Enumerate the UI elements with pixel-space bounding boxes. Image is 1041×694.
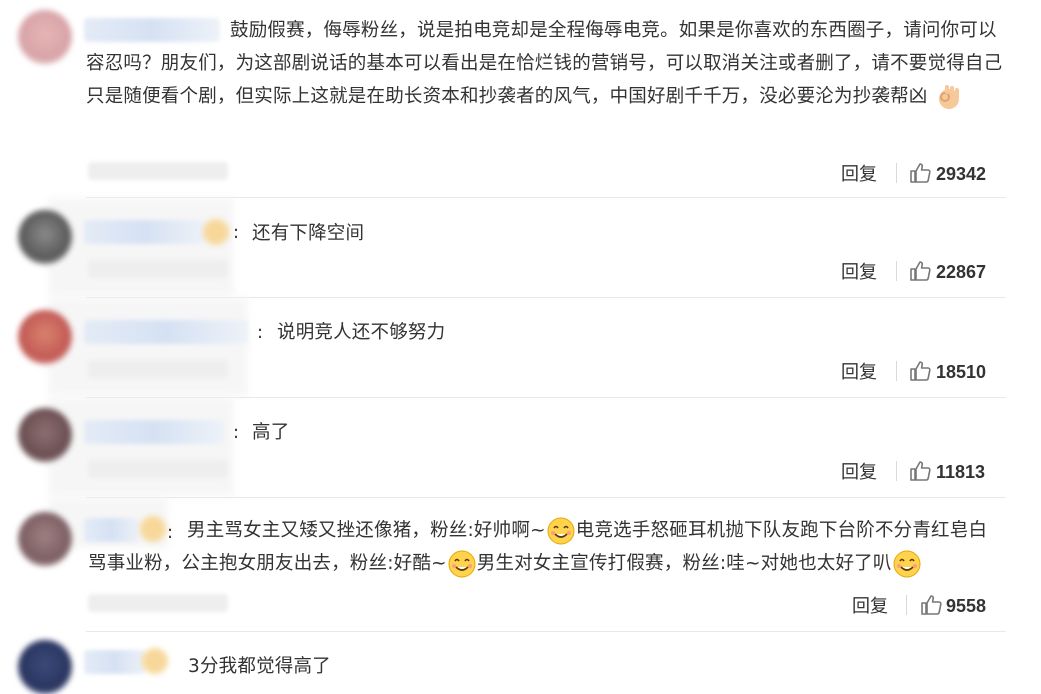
comment-item: : 男主骂女主又矮又挫还像猪，粉丝:好帅啊~ 电竞选手怒砸耳机抛下队友跑下台阶不分… <box>0 498 1041 632</box>
username-redacted[interactable] <box>84 420 224 444</box>
comment-item: : 说明竞人还不够努力 回复 18510 <box>0 298 1041 398</box>
separator <box>906 595 907 615</box>
reply-button[interactable]: 回复 <box>841 258 877 284</box>
avatar[interactable] <box>18 10 72 64</box>
avatar[interactable] <box>18 408 72 462</box>
like-count: 29342 <box>936 164 987 184</box>
comment-item: 3分我都觉得高了 <box>0 632 1041 694</box>
comment-item: 鼓励假赛，侮辱粉丝，说是拍电竞却是全程侮辱电竞。如果是你喜欢的东西圈子，请问你可… <box>0 0 1041 198</box>
username-redacted[interactable] <box>84 220 206 244</box>
like-count: 9558 <box>946 596 987 616</box>
comment-feed: 鼓励假赛，侮辱粉丝，说是拍电竞却是全程侮辱电竞。如果是你喜欢的东西圈子，请问你可… <box>0 0 1041 694</box>
thumbs-up-icon[interactable] <box>909 360 931 382</box>
comment-text: 鼓励假赛，侮辱粉丝，说是拍电竞却是全程侮辱电竞。如果是你喜欢的东西圈子，请问你可… <box>86 14 1006 113</box>
thumbs-up-icon[interactable] <box>920 594 942 616</box>
blur-overlay <box>48 298 248 396</box>
thumbs-up-icon[interactable] <box>909 162 931 184</box>
avatar[interactable] <box>18 640 72 694</box>
separator <box>896 461 897 481</box>
username-redacted[interactable] <box>84 320 248 344</box>
separator <box>896 361 897 381</box>
comment-item: : 高了 回复 11813 <box>0 398 1041 498</box>
comment-text: 高了 <box>252 422 290 443</box>
comment-text: 说明竞人还不够努力 <box>277 322 446 343</box>
separator <box>896 163 897 183</box>
thumbs-up-icon[interactable] <box>909 260 931 282</box>
timestamp-redacted <box>88 594 228 612</box>
ok-hand-emoji <box>934 82 964 112</box>
badge-redacted <box>142 648 168 674</box>
colon: : <box>233 222 240 243</box>
like-count: 18510 <box>936 362 987 382</box>
timestamp-redacted <box>88 162 228 180</box>
thumbs-up-icon[interactable] <box>909 460 931 482</box>
reply-button[interactable]: 回复 <box>841 160 877 186</box>
like-count: 11813 <box>936 462 986 482</box>
username-redacted[interactable] <box>84 650 146 674</box>
reply-button[interactable]: 回复 <box>841 358 877 384</box>
blur-overlay <box>48 398 234 496</box>
avatar[interactable] <box>18 210 72 264</box>
reply-button[interactable]: 回复 <box>841 458 877 484</box>
timestamp-redacted <box>88 260 228 278</box>
reply-button[interactable]: 回复 <box>852 592 888 618</box>
avatar[interactable] <box>18 512 72 566</box>
blur-overlay <box>48 198 234 296</box>
timestamp-redacted <box>88 460 228 478</box>
badge-redacted <box>203 219 229 245</box>
smitten-face-emoji <box>447 549 477 579</box>
colon: : <box>233 422 240 443</box>
avatar[interactable] <box>18 310 72 364</box>
comment-text: 还有下降空间 <box>252 223 365 244</box>
comment-item: : 还有下降空间 回复 22867 <box>0 198 1041 298</box>
comment-text: 男主骂女主又矮又挫还像猪，粉丝:好帅啊~ 电竞选手怒砸耳机抛下队友跑下台阶不分青红… <box>88 514 1018 580</box>
separator <box>896 261 897 281</box>
colon: : <box>257 322 264 343</box>
smitten-face-emoji <box>892 549 922 579</box>
timestamp-redacted <box>88 360 228 378</box>
like-count: 22867 <box>936 262 987 282</box>
comment-text: 3分我都觉得高了 <box>188 656 331 677</box>
smitten-face-emoji <box>546 516 576 546</box>
